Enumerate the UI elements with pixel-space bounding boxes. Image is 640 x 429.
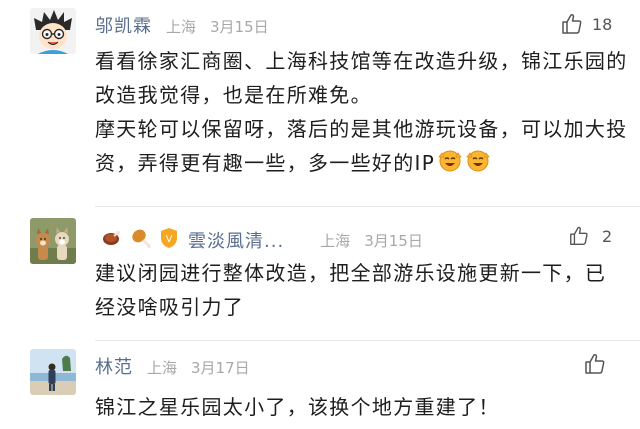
level-shield-badge-icon: V	[160, 227, 178, 253]
date-label: 3月17日	[191, 359, 250, 377]
comment-item: V 雲淡風清... 上海 3月15日 2 建议闭园进行整体改造，把全部游乐设施更…	[0, 206, 640, 341]
drumstick-badge-icon	[130, 227, 152, 253]
like-count: 2	[602, 226, 613, 246]
like-count: 18	[592, 14, 613, 34]
comment-meta: 林范 上海 3月17日	[95, 353, 250, 379]
like-button[interactable]: 18	[560, 12, 612, 36]
avatar[interactable]	[30, 349, 76, 395]
svg-text:V: V	[166, 234, 173, 245]
like-button[interactable]: 2	[568, 225, 612, 247]
comment-body: 建议闭园进行整体改造，把全部游乐设施更新一下，已经没啥吸引力了	[95, 256, 615, 324]
date-label: 3月15日	[210, 18, 269, 36]
comment-meta: V 雲淡風清... 上海 3月15日	[100, 227, 423, 253]
avatar[interactable]	[30, 8, 76, 54]
username[interactable]: 林范	[95, 353, 133, 379]
comment-item: 林范 上海 3月17日 锦江之星乐园太小了，该换个地方重建了！	[0, 340, 640, 429]
cheering-face-emoji-icon	[437, 147, 463, 183]
comment-list: 邬凯霖 上海 3月15日 18 看看徐家汇商圈、上海科技馆等在改造升级，锦江乐园…	[0, 0, 640, 429]
username[interactable]: 雲淡風清...	[188, 227, 284, 253]
comment-body: 看看徐家汇商圈、上海科技馆等在改造升级，锦江乐园的改造我觉得，也是在所难免。 摩…	[95, 44, 635, 183]
comment-paragraph: 建议闭园进行整体改造，把全部游乐设施更新一下，已经没啥吸引力了	[95, 261, 607, 319]
thumbs-up-icon	[585, 353, 605, 374]
avatar[interactable]	[30, 218, 76, 264]
cheering-face-emoji-icon	[465, 147, 491, 183]
roast-meat-badge-icon	[100, 227, 122, 253]
two-dogs-photo-avatar-icon	[30, 218, 76, 264]
comment-paragraph-with-emoji: 摩天轮可以保留呀，落后的是其他游玩设备，可以加大投资，弄得更有趣一些，多一些好的…	[95, 112, 635, 183]
comment-body: 锦江之星乐园太小了，该换个地方重建了！	[95, 390, 635, 424]
seaside-person-photo-avatar-icon	[30, 349, 76, 395]
like-button[interactable]	[583, 352, 615, 376]
comment-paragraph: 看看徐家汇商圈、上海科技馆等在改造升级，锦江乐园的改造我觉得，也是在所难免。	[95, 49, 628, 107]
date-label: 3月15日	[364, 231, 423, 250]
username[interactable]: 邬凯霖	[95, 12, 152, 38]
comment-paragraph: 摩天轮可以保留呀，落后的是其他游玩设备，可以加大投资，弄得更有趣一些，多一些好的…	[95, 117, 628, 175]
thumbs-up-icon	[570, 226, 588, 245]
cartoon-boy-avatar-icon	[30, 8, 76, 54]
comment-paragraph: 锦江之星乐园太小了，该换个地方重建了！	[95, 395, 500, 419]
location-label: 上海	[166, 18, 197, 36]
comment-meta: 邬凯霖 上海 3月15日	[95, 12, 269, 38]
location-label: 上海	[320, 231, 351, 250]
comment-item: 邬凯霖 上海 3月15日 18 看看徐家汇商圈、上海科技馆等在改造升级，锦江乐园…	[0, 0, 640, 205]
thumbs-up-icon	[562, 13, 582, 34]
location-label: 上海	[147, 359, 178, 377]
